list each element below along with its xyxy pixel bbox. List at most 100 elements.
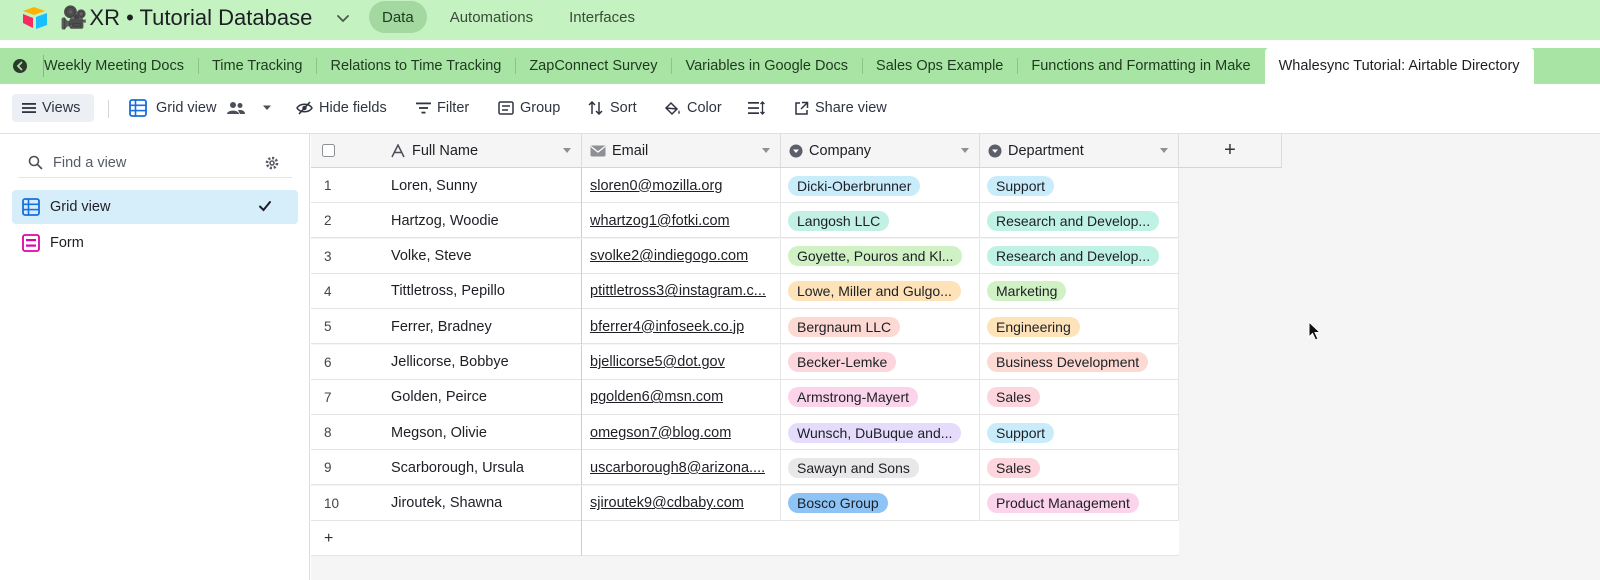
email-link[interactable]: pgolden6@msn.com — [590, 389, 723, 405]
email-link[interactable]: uscarborough8@arizona.... — [590, 460, 765, 476]
cell-company[interactable]: Dicki-Oberbrunner — [781, 168, 980, 203]
grid-view-switcher[interactable]: Grid view — [129, 94, 278, 122]
cell-full-name[interactable]: Hartzog, Woodie — [381, 203, 582, 239]
table-row[interactable]: 5 Ferrer, Bradney bferrer4@infoseek.co.jp B… — [311, 309, 1179, 345]
cell-department[interactable]: Support — [980, 415, 1179, 451]
cell-email[interactable]: pgolden6@msn.com — [582, 379, 781, 415]
cell-full-name[interactable]: Loren, Sunny — [381, 168, 582, 203]
cell-full-name[interactable]: Megson, Olivie — [381, 415, 582, 451]
chevron-down-icon[interactable] — [336, 11, 350, 25]
email-link[interactable]: omegson7@blog.com — [590, 425, 731, 441]
base-title[interactable]: 🎥 XR • Tutorial Database — [60, 3, 312, 33]
cell-email[interactable]: omegson7@blog.com — [582, 415, 781, 451]
nav-data[interactable]: Data — [369, 1, 427, 33]
cell-company[interactable]: Armstrong-Mayert — [781, 379, 980, 415]
table-row[interactable]: 1 Loren, Sunny sloren0@mozilla.org Dicki-Ob… — [311, 168, 1179, 203]
email-link[interactable]: whartzog1@fotki.com — [590, 213, 730, 229]
nav-interfaces[interactable]: Interfaces — [556, 1, 648, 33]
add-record-icon[interactable]: + — [324, 530, 333, 548]
email-link[interactable]: sjiroutek9@cdbaby.com — [590, 495, 744, 511]
table-row[interactable]: 2 Hartzog, Woodie whartzog1@fotki.com Lango… — [311, 203, 1179, 239]
gear-icon[interactable] — [264, 155, 280, 171]
tab-variables-in-google-docs[interactable]: Variables in Google Docs — [671, 48, 862, 84]
cell-full-name[interactable]: Volke, Steve — [381, 238, 582, 274]
cell-email[interactable]: svolke2@indiegogo.com — [582, 238, 781, 274]
cell-email[interactable]: ptittletross3@instagram.c... — [582, 273, 781, 309]
cell-full-name[interactable]: Tittletross, Pepillo — [381, 273, 582, 309]
cell-full-name[interactable]: Jellicorse, Bobbye — [381, 344, 582, 380]
column-menu-caret[interactable] — [563, 148, 571, 153]
cell-company[interactable]: Langosh LLC — [781, 203, 980, 239]
cell-department[interactable]: Research and Develop... — [980, 203, 1179, 239]
tab-functions-and-formatting[interactable]: Functions and Formatting in Make — [1017, 48, 1264, 84]
column-menu-caret[interactable] — [1160, 148, 1168, 153]
email-link[interactable]: sloren0@mozilla.org — [590, 178, 722, 194]
add-record-row[interactable]: + — [311, 521, 1179, 556]
cell-department[interactable]: Product Management — [980, 485, 1179, 521]
chevron-left-circle-icon[interactable] — [12, 58, 28, 74]
cell-full-name[interactable]: Golden, Peirce — [381, 379, 582, 415]
airtable-logo-icon[interactable] — [22, 6, 48, 30]
cell-email[interactable]: sjiroutek9@cdbaby.com — [582, 485, 781, 521]
cell-department[interactable]: Support — [980, 168, 1179, 203]
nav-automations[interactable]: Automations — [437, 1, 546, 33]
tab-sales-ops-example[interactable]: Sales Ops Example — [862, 48, 1017, 84]
cell-email[interactable]: sloren0@mozilla.org — [582, 168, 781, 203]
cell-department[interactable]: Engineering — [980, 309, 1179, 345]
filter-button[interactable]: Filter — [416, 94, 469, 122]
column-header-department[interactable]: Department — [980, 134, 1179, 168]
cell-department[interactable]: Sales — [980, 379, 1179, 415]
cell-company[interactable]: Sawayn and Sons — [781, 450, 980, 486]
share-view-button[interactable]: Share view — [794, 94, 887, 122]
table-row[interactable]: 8 Megson, Olivie omegson7@blog.com Wunsch, … — [311, 415, 1179, 451]
cell-department[interactable]: Research and Develop... — [980, 238, 1179, 274]
column-header-email[interactable]: Email — [582, 134, 781, 168]
row-height-button[interactable] — [748, 94, 771, 122]
email-link[interactable]: bjellicorse5@dot.gov — [590, 354, 725, 370]
views-button[interactable]: Views — [12, 94, 94, 122]
cell-company[interactable]: Wunsch, DuBuque and... — [781, 415, 980, 451]
cell-company[interactable]: Lowe, Miller and Gulgo... — [781, 273, 980, 309]
cell-company[interactable]: Bergnaum LLC — [781, 309, 980, 345]
cell-company[interactable]: Becker-Lemke — [781, 344, 980, 380]
email-link[interactable]: bferrer4@infoseek.co.jp — [590, 319, 744, 335]
email-link[interactable]: ptittletross3@instagram.c... — [590, 283, 766, 299]
cell-email[interactable]: bferrer4@infoseek.co.jp — [582, 309, 781, 345]
table-row[interactable]: 7 Golden, Peirce pgolden6@msn.com Armstrong… — [311, 379, 1179, 415]
add-field-button[interactable]: + — [1179, 134, 1282, 168]
column-header-primary[interactable]: Full Name — [311, 134, 582, 168]
table-row[interactable]: 9 Scarborough, Ursula uscarborough8@arizon… — [311, 450, 1179, 486]
color-button[interactable]: Color — [664, 94, 722, 122]
cell-full-name[interactable]: Jiroutek, Shawna — [381, 485, 582, 521]
cell-email[interactable]: whartzog1@fotki.com — [582, 203, 781, 239]
column-menu-caret[interactable] — [961, 148, 969, 153]
cell-company[interactable]: Bosco Group — [781, 485, 980, 521]
sidebar-view-form[interactable]: Form — [12, 226, 298, 260]
tab-weekly-meeting-docs[interactable]: Weekly Meeting Docs — [44, 48, 198, 84]
tab-time-tracking[interactable]: Time Tracking — [197, 48, 317, 84]
cell-department[interactable]: Sales — [980, 450, 1179, 486]
cell-full-name[interactable]: Scarborough, Ursula — [381, 450, 582, 486]
cell-department[interactable]: Business Development — [980, 344, 1179, 380]
email-link[interactable]: svolke2@indiegogo.com — [590, 248, 748, 264]
cell-department[interactable]: Marketing — [980, 273, 1179, 309]
find-view-input[interactable] — [53, 154, 253, 171]
tab-relations-to-time-tracking[interactable]: Relations to Time Tracking — [316, 48, 515, 84]
column-menu-caret[interactable] — [762, 148, 770, 153]
table-row[interactable]: 4 Tittletross, Pepillo ptittletross3@insta… — [311, 273, 1179, 309]
sidebar-view-grid[interactable]: Grid view — [12, 190, 298, 224]
table-row[interactable]: 10 Jiroutek, Shawna sjiroutek9@cdbaby.com B… — [311, 485, 1179, 521]
column-header-company[interactable]: Company — [781, 134, 980, 168]
sort-button[interactable]: Sort — [588, 94, 637, 122]
table-row[interactable]: 3 Volke, Steve svolke2@indiegogo.com Goyett… — [311, 238, 1179, 274]
cell-email[interactable]: bjellicorse5@dot.gov — [582, 344, 781, 380]
hide-fields-button[interactable]: Hide fields — [296, 94, 387, 122]
tab-whalesync-tutorial[interactable]: Whalesync Tutorial: Airtable Directory — [1264, 48, 1534, 84]
cell-full-name[interactable]: Ferrer, Bradney — [381, 309, 582, 345]
group-button[interactable]: Group — [498, 94, 560, 122]
select-all-checkbox[interactable] — [322, 144, 335, 157]
table-row[interactable]: 6 Jellicorse, Bobbye bjellicorse5@dot.gov B… — [311, 344, 1179, 380]
cell-company[interactable]: Goyette, Pouros and Kl... — [781, 238, 980, 274]
tab-zapconnect-survey[interactable]: ZapConnect Survey — [515, 48, 671, 84]
cell-email[interactable]: uscarborough8@arizona.... — [582, 450, 781, 486]
